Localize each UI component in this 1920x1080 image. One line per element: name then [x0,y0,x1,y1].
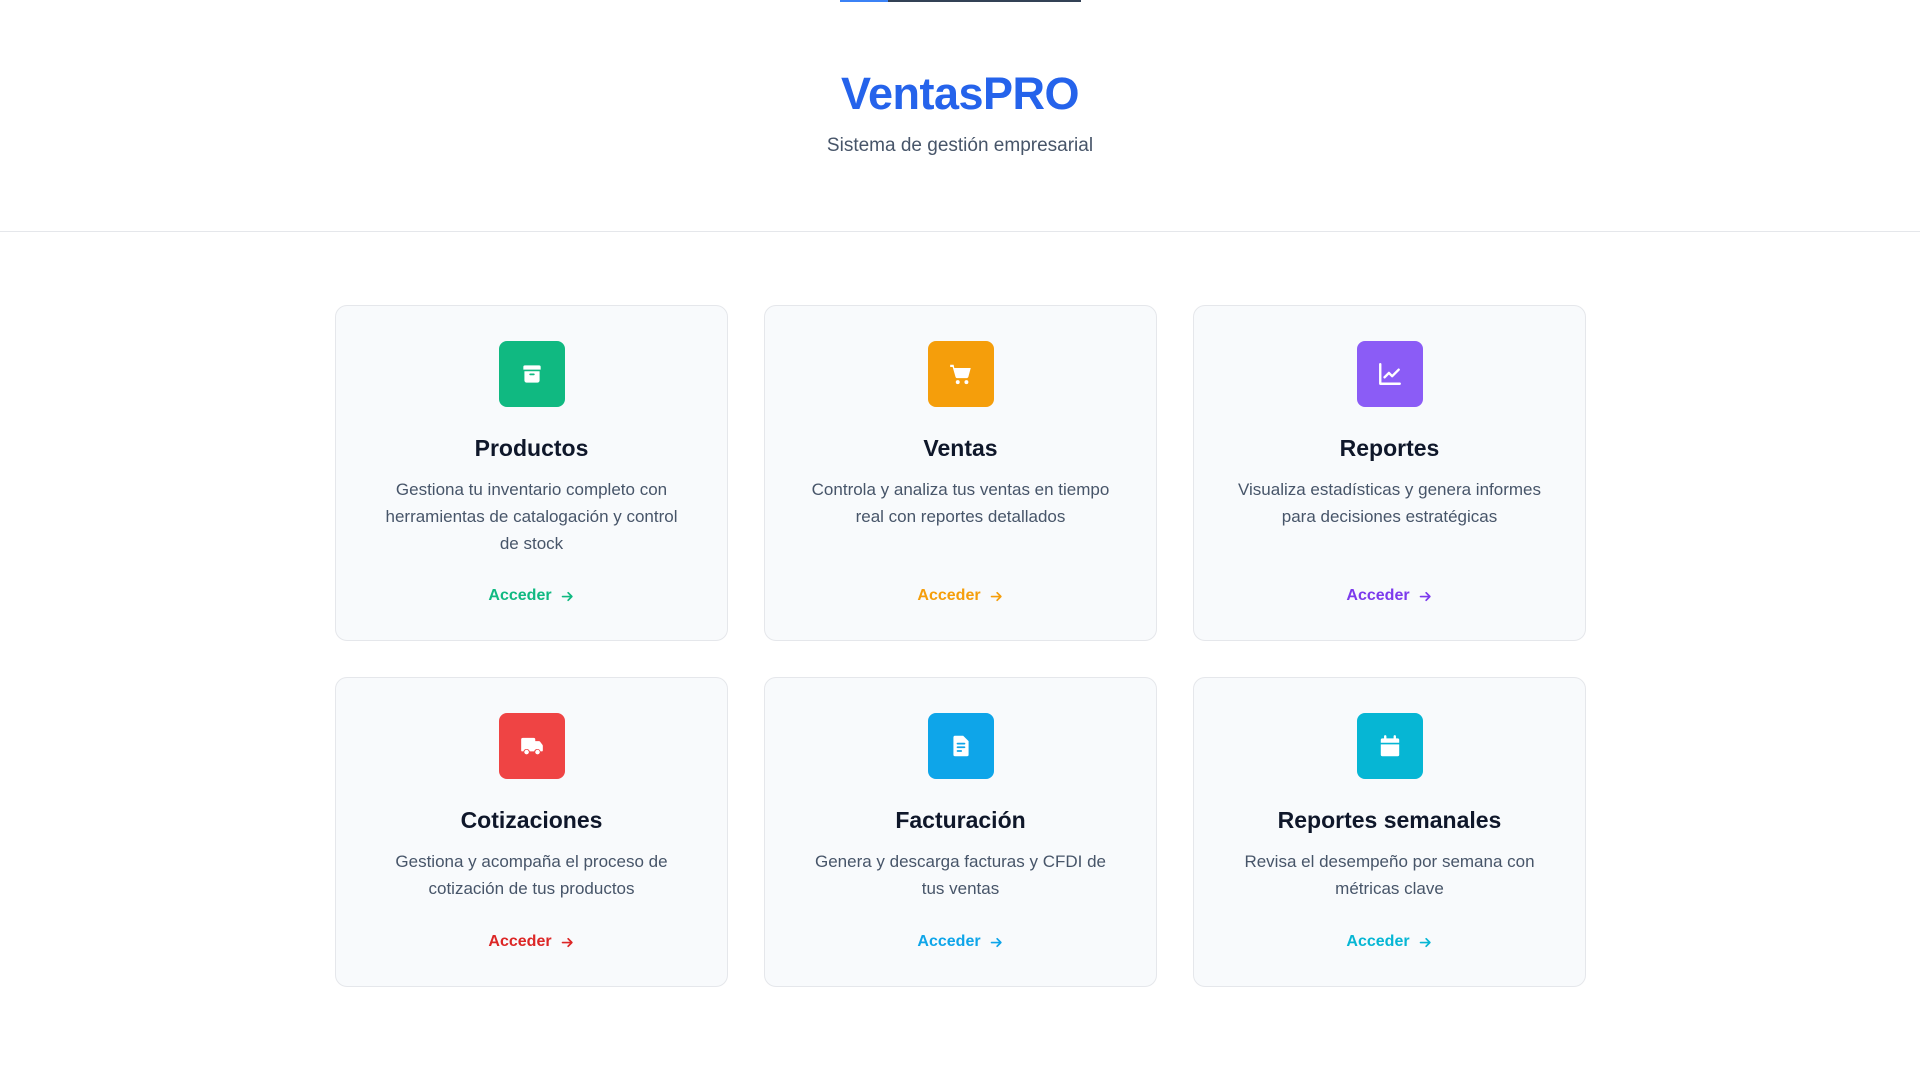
card-title: Reportes semanales [1277,807,1502,833]
brand-title: VentasPRO [840,68,1080,119]
card-cotizaciones[interactable]: Cotizaciones Gestiona y acompaña el proc… [335,677,728,987]
arrow-right-icon [990,937,1002,947]
card-title: Facturación [895,807,1026,833]
truck-icon [498,713,565,779]
acceder-link[interactable]: Acceder [765,933,1156,951]
acceder-link[interactable]: Acceder [336,933,727,951]
card-productos[interactable]: Productos Gestiona tu inventario complet… [335,305,728,641]
chart-line-icon [1356,341,1423,407]
arrow-right-icon [1419,937,1431,947]
acceder-link[interactable]: Acceder [765,587,1156,605]
cart-icon [927,341,994,407]
acceder-label: Acceder [488,933,552,950]
card-facturacion[interactable]: Facturación Genera y descarga facturas y… [764,677,1157,987]
card-ventas[interactable]: Ventas Controla y analiza tus ventas en … [764,305,1157,641]
acceder-label: Acceder [1346,587,1410,604]
card-title: Cotizaciones [460,807,603,833]
invoice-icon [927,713,994,779]
acceder-label: Acceder [1346,933,1410,950]
card-title: Reportes [1339,435,1440,461]
card-title: Ventas [923,435,998,461]
acceder-link[interactable]: Acceder [1194,933,1585,951]
acceder-label: Acceder [917,933,981,950]
calendar-icon [1356,713,1423,779]
modules-grid: Productos Gestiona tu inventario complet… [335,305,1586,987]
card-reportes[interactable]: Reportes Visualiza estadísticas y genera… [1193,305,1586,641]
card-description: Revisa el desempeño por semana con métri… [1244,852,1535,898]
brand-tagline: Sistema de gestión empresarial [826,135,1094,156]
page-header: VentasPRO Sistema de gestión empresarial [0,0,1920,232]
arrow-right-icon [990,591,1002,601]
card-description: Gestiona tu inventario completo con herr… [385,480,678,553]
acceder-link[interactable]: Acceder [336,587,727,605]
card-description: Genera y descarga facturas y CFDI de tus… [814,852,1107,898]
page: VentasPRO Sistema de gestión empresarial… [0,0,1920,1080]
card-title: Productos [474,435,589,461]
arrow-right-icon [1419,591,1431,601]
card-reportes-semanales[interactable]: Reportes semanales Revisa el desempeño p… [1193,677,1586,987]
card-description: Controla y analiza tus ventas en tiempo … [811,480,1110,526]
arrow-right-icon [561,937,573,947]
card-description: Visualiza estadísticas y genera informes… [1237,480,1541,526]
card-description: Gestiona y acompaña el proceso de cotiza… [395,852,668,898]
arrow-right-icon [561,591,573,601]
acceder-label: Acceder [917,587,981,604]
acceder-link[interactable]: Acceder [1194,587,1585,605]
acceder-label: Acceder [488,587,552,604]
box-icon [498,341,565,407]
